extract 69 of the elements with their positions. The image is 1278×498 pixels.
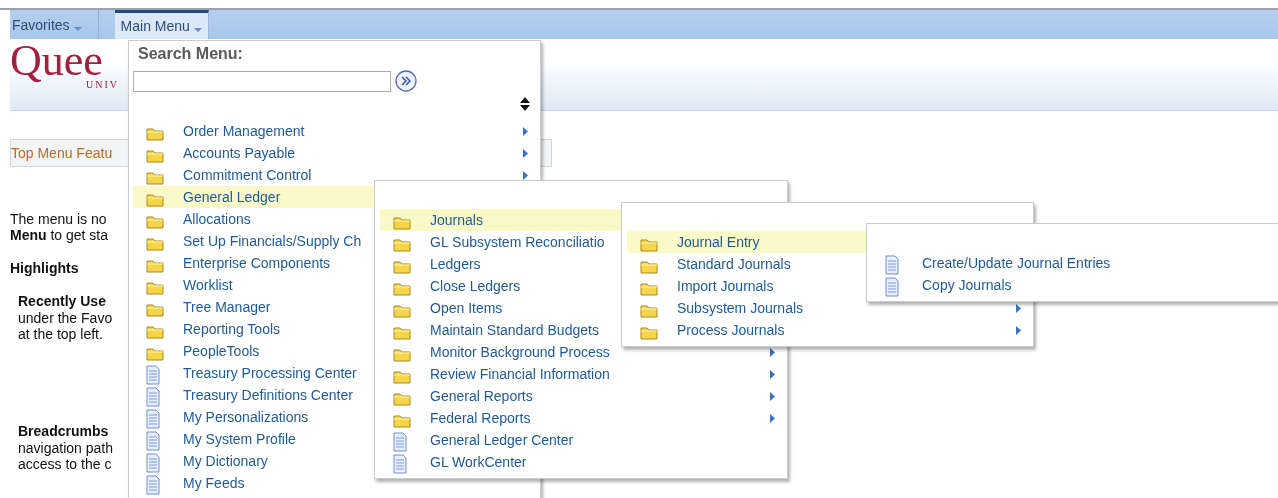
folder-icon xyxy=(146,191,164,207)
folder-icon xyxy=(640,302,658,318)
go-icon[interactable] xyxy=(395,70,417,92)
section-heading: Highlights xyxy=(10,259,79,277)
document-icon xyxy=(146,475,160,495)
body-text: The menu is no xyxy=(10,211,107,227)
body-text: at the top left. xyxy=(18,326,103,342)
logo-subtext: UNIV xyxy=(86,80,119,90)
logo-text: Quee xyxy=(10,42,103,80)
folder-icon xyxy=(393,368,411,384)
folder-icon xyxy=(640,280,658,296)
folder-icon xyxy=(640,258,658,274)
folder-icon xyxy=(393,346,411,362)
folder-icon xyxy=(146,213,164,229)
menu-item[interactable]: General Ledger Center xyxy=(380,429,787,451)
caret-icon xyxy=(73,26,82,31)
document-icon xyxy=(146,387,160,407)
body-text: access to the c xyxy=(18,456,112,472)
folder-icon xyxy=(146,345,164,361)
folder-icon xyxy=(393,412,411,428)
folder-icon xyxy=(146,169,164,185)
folder-icon xyxy=(393,258,411,274)
folder-icon xyxy=(393,214,411,230)
document-icon xyxy=(146,409,160,429)
menu-item[interactable]: My Feeds xyxy=(133,472,540,494)
menu-item[interactable]: Commitment Control xyxy=(133,164,540,186)
folder-icon xyxy=(146,125,164,141)
folder-icon xyxy=(146,279,164,295)
menu-item[interactable]: Subsystem Journals xyxy=(627,297,1033,319)
menu-item[interactable]: General Reports xyxy=(380,385,787,407)
folder-icon xyxy=(393,280,411,296)
folder-icon xyxy=(393,302,411,318)
menu-item[interactable]: Monitor Background Process xyxy=(380,341,787,363)
document-icon xyxy=(146,365,160,385)
menu-item[interactable]: GL WorkCenter xyxy=(380,451,787,473)
folder-icon xyxy=(393,390,411,406)
document-icon xyxy=(146,431,160,451)
menu-item[interactable]: Process Journals xyxy=(627,319,1033,341)
folder-icon xyxy=(146,323,164,339)
menu-item[interactable]: Order Management xyxy=(133,120,540,142)
menu-item[interactable]: Create/Update Journal Entries xyxy=(872,252,1278,274)
document-icon xyxy=(885,255,899,275)
document-icon xyxy=(146,453,160,473)
menu-item[interactable]: Accounts Payable xyxy=(133,142,540,164)
folder-icon xyxy=(393,236,411,252)
body-text: under the Favo xyxy=(18,310,113,326)
folder-icon xyxy=(146,235,164,251)
folder-icon xyxy=(640,236,658,252)
sort-icon[interactable] xyxy=(520,97,530,111)
folder-icon xyxy=(146,257,164,273)
document-icon xyxy=(885,277,899,297)
search-field[interactable] xyxy=(133,70,391,92)
caret-icon xyxy=(193,28,202,32)
nav-tab[interactable]: Main Menu xyxy=(114,10,209,39)
section-title: Recently Use xyxy=(18,292,106,310)
panel-title: Top Menu Featu xyxy=(11,145,113,161)
folder-icon xyxy=(146,301,164,317)
document-icon xyxy=(393,432,407,452)
document-icon xyxy=(393,454,407,474)
body-text: Menu to get sta xyxy=(10,227,109,243)
folder-icon xyxy=(146,147,164,163)
menu-item[interactable]: Review Financial Information xyxy=(380,363,787,385)
search-label: Search Menu: xyxy=(138,45,243,63)
folder-icon xyxy=(393,324,411,340)
menu-item[interactable]: Copy Journals xyxy=(872,274,1278,296)
folder-icon xyxy=(640,324,658,340)
section-title: Breadcrumbs xyxy=(18,422,109,440)
menu-item[interactable]: Federal Reports xyxy=(380,407,787,429)
body-text: navigation path xyxy=(18,440,113,456)
